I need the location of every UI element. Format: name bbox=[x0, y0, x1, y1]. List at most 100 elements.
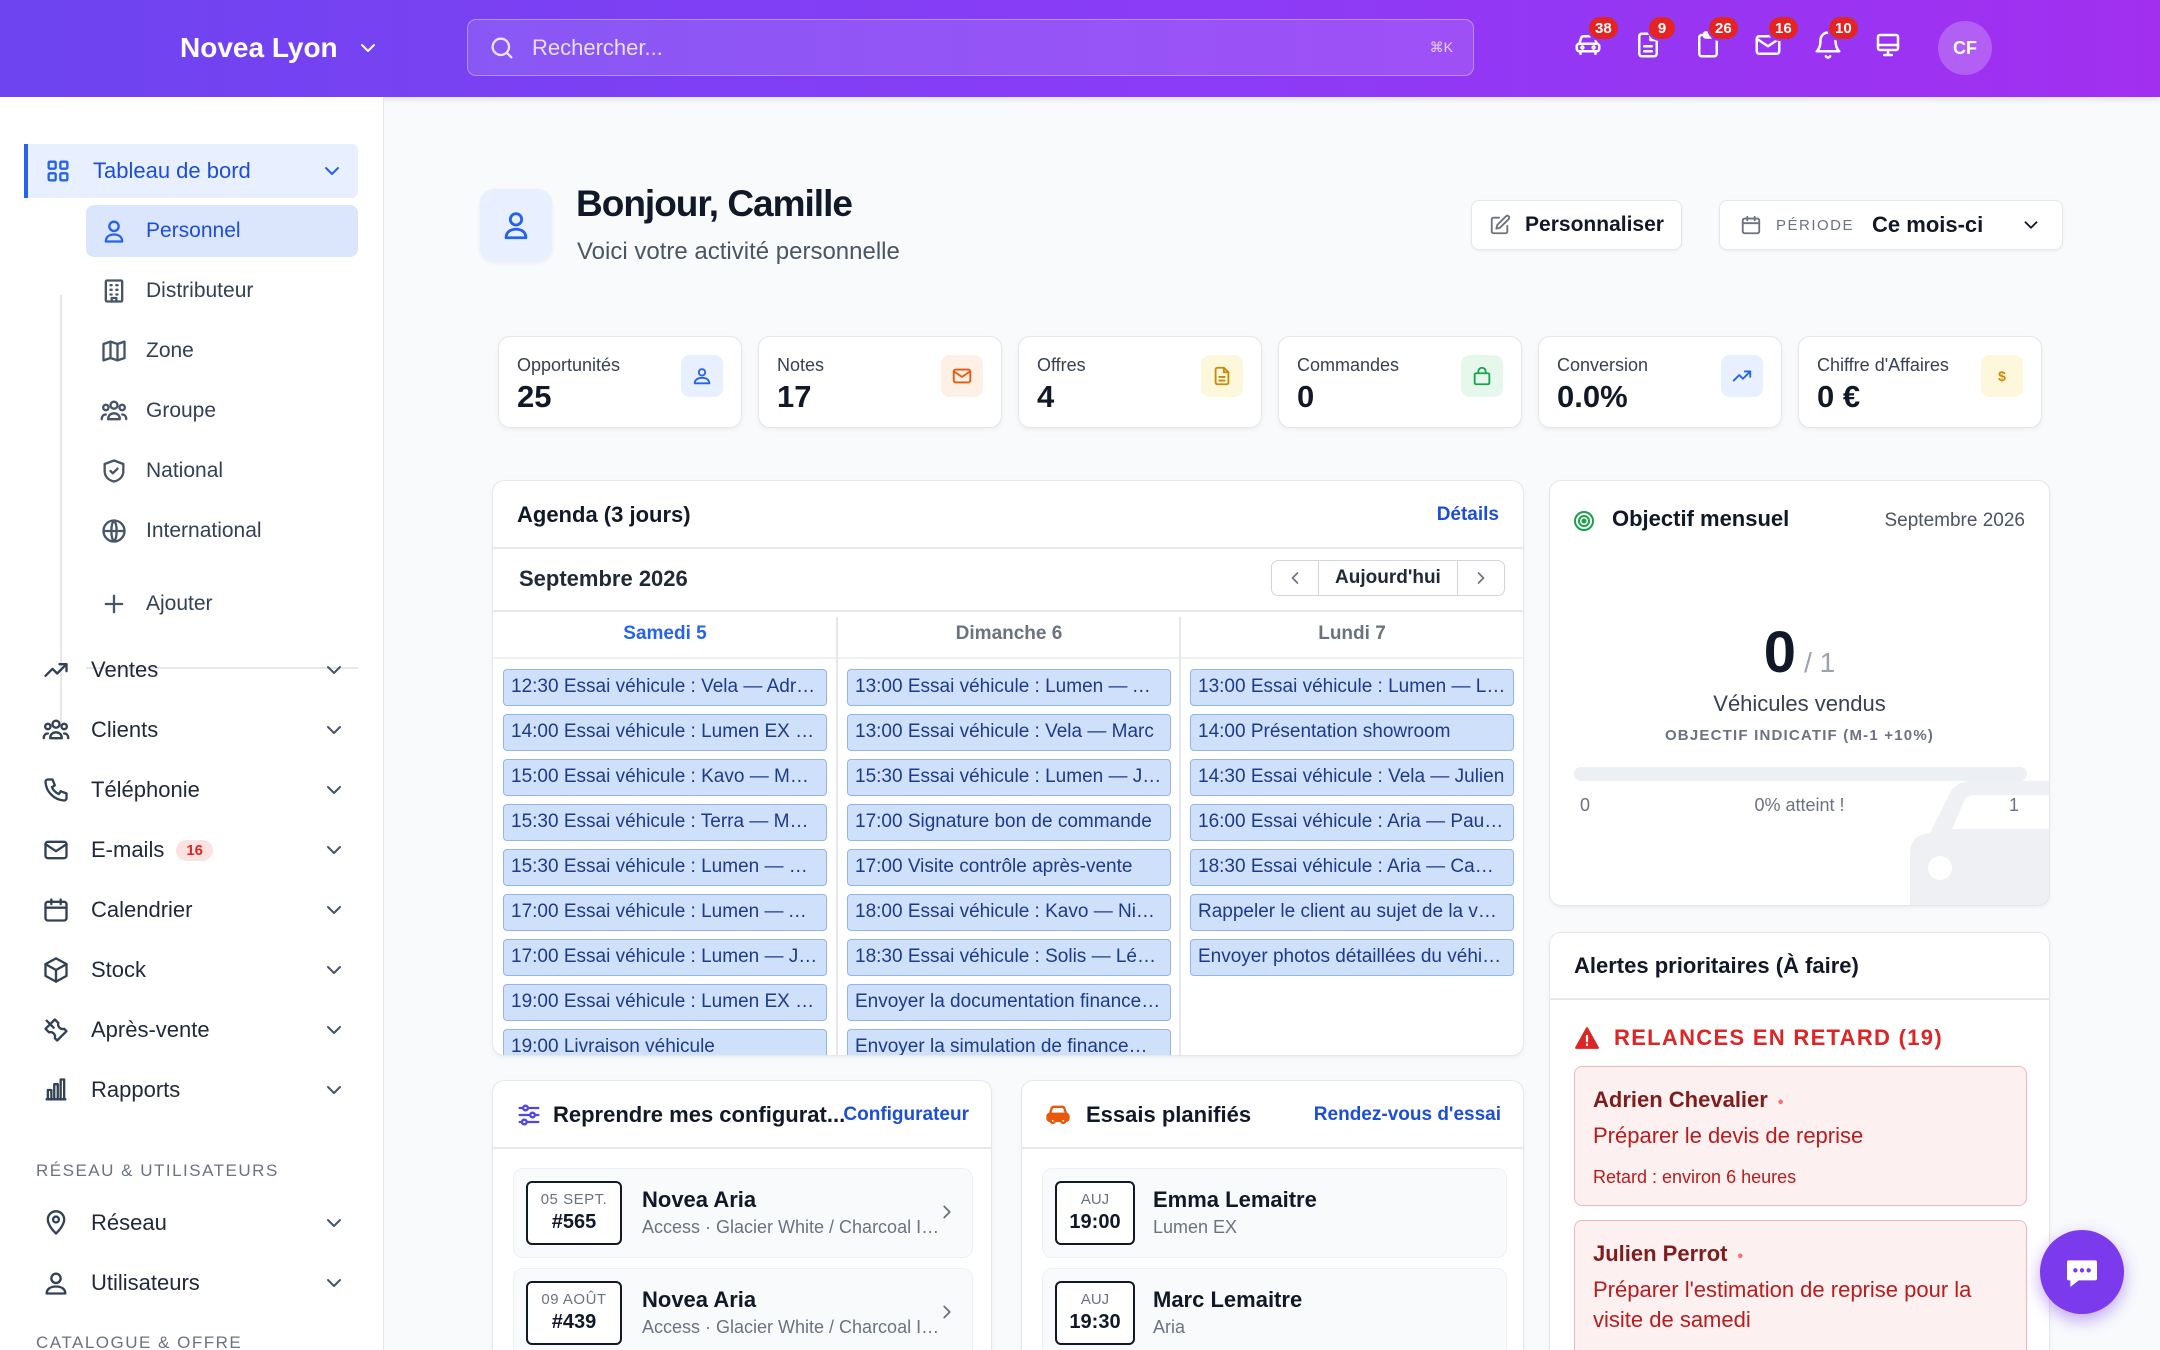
alerts-notification-button[interactable]: 10 bbox=[1813, 15, 1860, 66]
overdue-heading: RELANCES EN RETARD (19) bbox=[1574, 1025, 1943, 1051]
stat-card-opportunites[interactable]: Opportunités 25 bbox=[498, 336, 742, 428]
agenda-event[interactable]: 14:00 Essai véhicule : Lumen EX — Camill… bbox=[503, 714, 827, 751]
agenda-today-button[interactable]: Aujourd'hui bbox=[1318, 561, 1458, 595]
stat-card-chiffre-affaires[interactable]: Chiffre d'Affaires 0 € $ bbox=[1798, 336, 2042, 428]
divider bbox=[1550, 998, 2049, 1000]
customize-button-label: Personnaliser bbox=[1525, 213, 1664, 236]
agenda-event[interactable]: 17:00 Essai véhicule : Lumen — Julien bbox=[503, 939, 827, 976]
agenda-event[interactable]: Envoyer la simulation de financement bbox=[847, 1029, 1171, 1055]
sidebar-item-dashboard[interactable]: Tableau de bord bbox=[24, 144, 358, 198]
test-drive-hour: 19:30 bbox=[1069, 1311, 1121, 1333]
period-select[interactable]: PÉRIODE Ce mois-ci bbox=[1719, 200, 2063, 250]
documents-notification-button[interactable]: 9 bbox=[1633, 15, 1677, 66]
agenda-event[interactable]: 13:00 Essai véhicule : Lumen — Léa bbox=[1190, 669, 1514, 706]
sidebar-item-apres-vente[interactable]: Après-vente bbox=[26, 1003, 360, 1057]
sidebar-item-stock[interactable]: Stock bbox=[26, 943, 360, 997]
stat-card-conversion[interactable]: Conversion 0.0% bbox=[1538, 336, 1782, 428]
agenda-event[interactable]: 18:30 Essai véhicule : Aria — Camille bbox=[1190, 849, 1514, 886]
notification-badge: 38 bbox=[1587, 15, 1620, 41]
sliders-icon bbox=[518, 1104, 540, 1126]
agenda-event[interactable]: 17:00 Visite contrôle après-vente bbox=[847, 849, 1171, 886]
bar-chart-icon bbox=[45, 1078, 67, 1101]
sidebar-item-rapports[interactable]: Rapports bbox=[26, 1063, 360, 1117]
agenda-event[interactable]: 19:00 Livraison véhicule bbox=[503, 1029, 827, 1055]
agenda-event[interactable]: 15:00 Essai véhicule : Kavo — Manon bbox=[503, 759, 827, 796]
agenda-event[interactable]: Rappeler le client au sujet de la valeur… bbox=[1190, 894, 1514, 931]
configuration-card[interactable]: 05 SEPT. #565 Novea Aria Access · Glacie… bbox=[513, 1168, 973, 1258]
sidebar-item-telephonie[interactable]: Téléphonie bbox=[26, 763, 360, 817]
agenda-event[interactable]: 15:30 Essai véhicule : Lumen — Julien bbox=[847, 759, 1171, 796]
agenda-event[interactable]: 13:00 Essai véhicule : Vela — Marc bbox=[847, 714, 1171, 751]
chevron-down-icon bbox=[360, 44, 375, 52]
agenda-event[interactable]: Envoyer la documentation financement bbox=[847, 984, 1171, 1021]
stat-card-commandes[interactable]: Commandes 0 bbox=[1278, 336, 1522, 428]
sidebar-item-emails[interactable]: E-mails 16 bbox=[26, 823, 360, 877]
tasks-notification-button[interactable]: 26 bbox=[1693, 15, 1740, 66]
stat-card-offres[interactable]: Offres 4 bbox=[1018, 336, 1262, 428]
search-input[interactable] bbox=[532, 34, 1430, 61]
warning-icon bbox=[1575, 1027, 1599, 1049]
sidebar-subitem-zone[interactable]: Zone bbox=[86, 325, 358, 377]
agenda-event[interactable]: 18:00 Essai véhicule : Kavo — Nicolas bbox=[847, 894, 1171, 931]
sidebar-item-label: Réseau bbox=[91, 1210, 167, 1235]
agenda-event[interactable]: 15:30 Essai véhicule : Terra — Manon bbox=[503, 804, 827, 841]
agenda-event[interactable]: Envoyer photos détaillées du véhicule bbox=[1190, 939, 1514, 976]
user-avatar[interactable]: CF bbox=[1938, 21, 1992, 75]
sidebar-subitem-international[interactable]: International bbox=[86, 505, 358, 557]
sidebar-subitem-distributeur[interactable]: Distributeur bbox=[86, 265, 358, 317]
stat-value: 0.0% bbox=[1557, 379, 1628, 414]
phone-icon bbox=[44, 778, 68, 802]
objective-panel: Objectif mensuel Septembre 2026 0/ 1 Véh… bbox=[1549, 480, 2050, 906]
agenda-event[interactable]: 14:30 Essai véhicule : Vela — Julien bbox=[1190, 759, 1514, 796]
vehicles-notification-button[interactable]: 38 bbox=[1573, 15, 1620, 66]
alert-card[interactable]: Julien Perrot • Préparer l'estimation de … bbox=[1574, 1220, 2027, 1350]
customize-button[interactable]: Personnaliser bbox=[1471, 200, 1682, 250]
agenda-prev-button[interactable] bbox=[1272, 561, 1318, 595]
objective-note: OBJECTIF INDICATIF (M-1 +10%) bbox=[1664, 727, 1935, 744]
test-drives-title: Essais planifiés bbox=[1086, 1102, 1252, 1127]
page-subtitle: Voici votre activité personnelle bbox=[577, 238, 900, 265]
alert-contact-name: Julien Perrot bbox=[1593, 1241, 1728, 1266]
test-drive-card[interactable]: AUJ 19:00 Emma Lemaitre Lumen EX bbox=[1042, 1168, 1507, 1258]
configuration-ref: #439 bbox=[551, 1311, 597, 1333]
sidebar-subitem-national[interactable]: National bbox=[86, 445, 358, 497]
agenda-event[interactable]: 16:00 Essai véhicule : Aria — Paul Duran… bbox=[1190, 804, 1514, 841]
user-icon bbox=[104, 220, 124, 243]
agenda-event[interactable]: 17:00 Signature bon de commande bbox=[847, 804, 1171, 841]
configuration-card[interactable]: 09 AOÛT #439 Novea Aria Access · Glacier… bbox=[513, 1268, 973, 1350]
test-drive-appointments-link[interactable]: Rendez-vous d'essai bbox=[1314, 1104, 1501, 1126]
mail-notification-button[interactable]: 16 bbox=[1753, 15, 1800, 66]
agenda-event[interactable]: 14:00 Présentation showroom bbox=[1190, 714, 1514, 751]
chat-button[interactable] bbox=[2040, 1230, 2124, 1314]
configurator-link[interactable]: Configurateur bbox=[843, 1104, 969, 1126]
test-drive-model: Aria bbox=[1153, 1317, 1186, 1337]
calendar-icon bbox=[1741, 215, 1761, 235]
agenda-event[interactable]: 18:30 Essai véhicule : Solis — Léa Marti… bbox=[847, 939, 1171, 976]
brand-switcher[interactable]: Novea Lyon bbox=[180, 28, 380, 68]
chevron-down-icon bbox=[327, 846, 341, 854]
configurations-title: Reprendre mes configurat... bbox=[553, 1102, 846, 1127]
sidebar-item-calendrier[interactable]: Calendrier bbox=[26, 883, 360, 937]
agenda-event[interactable]: 17:00 Essai véhicule : Lumen — Adrien bbox=[503, 894, 827, 931]
car-icon bbox=[1910, 781, 2049, 905]
agenda-event[interactable]: 13:00 Essai véhicule : Lumen — Adrien bbox=[847, 669, 1171, 706]
alert-card[interactable]: Adrien Chevalier • Préparer le devis de r… bbox=[1574, 1066, 2027, 1206]
sidebar-add-button[interactable]: Ajouter bbox=[86, 578, 358, 630]
stat-card-notes[interactable]: Notes 17 bbox=[758, 336, 1002, 428]
sidebar-subitem-personnel[interactable]: Personnel bbox=[86, 205, 358, 257]
sidebar-subitem-groupe[interactable]: Groupe bbox=[86, 385, 358, 437]
sidebar-item-ventes[interactable]: Ventes bbox=[26, 643, 360, 697]
sidebar-item-utilisateurs[interactable]: Utilisateurs bbox=[26, 1256, 360, 1310]
test-drive-card[interactable]: AUJ 19:30 Marc Lemaitre Aria bbox=[1042, 1268, 1507, 1350]
agenda-next-button[interactable] bbox=[1458, 561, 1504, 595]
agenda-event[interactable]: 19:00 Essai véhicule : Lumen EX — Emma bbox=[503, 984, 827, 1021]
monitor-button[interactable] bbox=[1873, 30, 1909, 66]
agenda-details-link[interactable]: Détails bbox=[1437, 504, 1499, 526]
sidebar-item-clients[interactable]: Clients bbox=[26, 703, 360, 757]
search-bar[interactable]: ⌘K bbox=[467, 19, 1474, 76]
chevron-down-icon bbox=[327, 1026, 341, 1034]
agenda-event[interactable]: 15:30 Essai véhicule : Lumen — Paul bbox=[503, 849, 827, 886]
agenda-event[interactable]: 12:30 Essai véhicule : Vela — Adrien Che… bbox=[503, 669, 827, 706]
divider bbox=[493, 610, 1523, 612]
sidebar-item-reseau[interactable]: Réseau bbox=[26, 1196, 360, 1250]
